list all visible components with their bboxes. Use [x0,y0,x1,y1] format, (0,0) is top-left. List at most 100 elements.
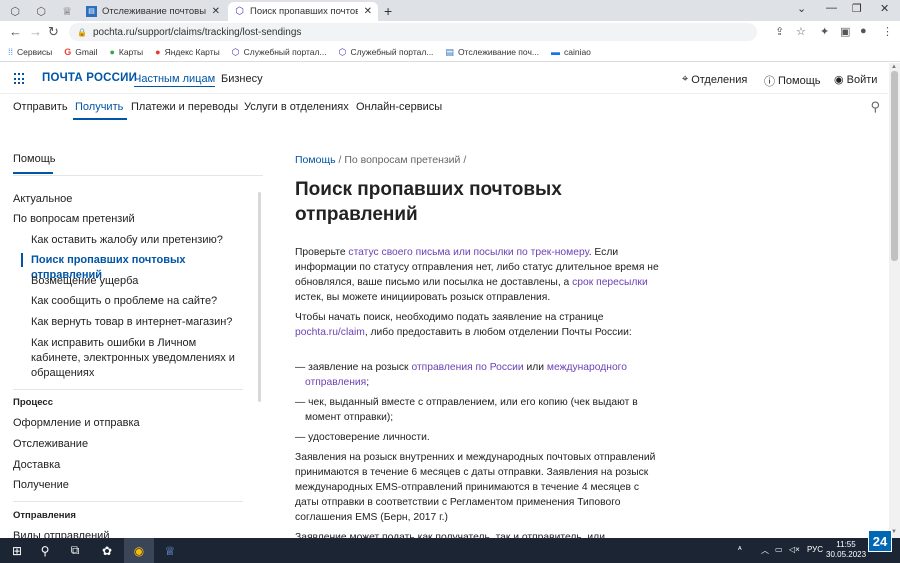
bookmark-label: Яндекс Карты [164,47,220,57]
close-tab-icon[interactable]: ✕ [212,6,220,17]
bookmark-yandex-maps[interactable]: ● Яндекс Карты [155,47,220,57]
location-pin-icon: ⌖ [682,73,689,85]
sidebar-item-receiving[interactable]: Получение [13,479,258,491]
minimize-icon[interactable]: — [826,2,837,14]
tab-search-icon[interactable]: ⌄ [797,2,806,15]
sidebar-group-sendings: Отправления [13,510,76,521]
bookmark-tracking[interactable]: ▤ Отслеживание поч... [445,47,539,58]
task-view-icon[interactable]: ⧉ [60,538,90,563]
main-navigation: Отправить Получить Платежи и переводы Ус… [0,95,888,120]
page-scrollbar[interactable]: ▲ ▼ [889,63,900,538]
tray-chevron-icon[interactable]: ︿ [761,545,769,556]
sidebar-item-claims[interactable]: По вопросам претензий [13,213,258,225]
nav-office-services[interactable]: Услуги в отделениях [244,101,349,113]
user-circle-icon: ◉ [834,74,844,86]
pinned-tab-icon[interactable]: ⬡ [30,3,52,19]
app-icon[interactable]: ✿ [92,538,122,563]
apps-grid-icon[interactable] [14,73,26,85]
paragraph-deadlines: Заявления на розыск внутренних и междуна… [295,452,656,523]
claim-page-link[interactable]: pochta.ru/claim [295,327,365,338]
bookmark-star-icon[interactable]: ☆ [796,25,806,38]
bookmark-portal-1[interactable]: ⬡ Служебный портал... [232,47,327,58]
segment-private[interactable]: Частным лицам [134,73,216,87]
profile-icon[interactable]: ● [860,25,867,37]
close-window-icon[interactable]: ✕ [880,2,889,15]
reload-icon[interactable]: ↻ [48,24,59,40]
language-indicator[interactable]: РУС [807,545,823,554]
share-icon[interactable]: ⇪ [775,25,784,38]
bookmark-services[interactable]: ⁞⁞ Сервисы [8,47,52,57]
offices-link[interactable]: ⌖ Отделения [682,73,747,86]
new-tab-icon[interactable]: + [384,3,392,19]
nav-payments[interactable]: Платежи и переводы [131,101,238,113]
system-clock[interactable]: 11:55 30.05.2023 [826,540,866,560]
close-tab-icon[interactable]: ✕ [364,6,372,17]
sidebar-subitem-complaint[interactable]: Как оставить жалобу или претензию? [31,233,246,248]
nav-online-services[interactable]: Онлайн-сервисы [356,101,442,113]
sidebar-item-tracking[interactable]: Отслеживание [13,438,258,450]
restore-icon[interactable]: ❐ [852,2,862,15]
delivery-time-link[interactable]: срок пересылки [572,277,648,288]
sidebar-subitem-fix-errors[interactable]: Как исправить ошибки в Личном кабинете, … [31,336,246,381]
help-link[interactable]: ⓘ Помощь [764,73,821,89]
domestic-search-link[interactable]: отправления по России [411,362,523,373]
bookmark-label: Служебный портал... [350,47,434,57]
apps-grid-icon: ⁞⁞ [8,47,14,57]
sidebar-item-news[interactable]: Актуальное [13,193,258,205]
bookmark-cainiao[interactable]: ▬ cainiao [551,47,591,57]
help-tab-indicator [13,172,53,174]
text: или [523,362,547,373]
volume-icon[interactable]: ◁× [789,545,800,554]
segment-business[interactable]: Бизнесу [221,73,263,85]
browser-tab-lost-sendings[interactable]: ⬡ Поиск пропавших почтовых отп ✕ [228,2,378,21]
site-logo[interactable]: ПОЧТА РОССИИ [42,72,137,84]
text: истек, вы можете инициировать розыск отп… [295,292,551,303]
scrollbar-thumb[interactable] [891,71,898,261]
bookmark-label: Gmail [75,47,98,57]
network-icon[interactable]: ▭ [775,545,783,554]
menu-icon[interactable]: ⋮ [882,25,893,38]
address-bar[interactable]: 🔒 pochta.ru/support/claims/tracking/lost… [69,23,757,41]
postal-app-icon[interactable]: ♕ [155,538,185,563]
sidebar-item-sending[interactable]: Оформление и отправка [13,417,258,429]
list-item: — чек, выданный вместе с отправлением, и… [295,397,638,423]
sidebar-subitem-report-problem[interactable]: Как сообщить о проблеме на сайте? [31,294,246,309]
back-icon[interactable]: ← [9,24,22,39]
nav-send[interactable]: Отправить [13,101,68,113]
track-status-link[interactable]: статус своего письма или посылки по трек… [348,247,588,258]
sidebar-subitem-return-goods[interactable]: Как вернуть товар в интернет-магазин? [31,315,246,330]
search-icon[interactable]: ⚲ [30,538,60,563]
sidebar-subitem-compensation[interactable]: Возмещение ущерба [31,274,246,289]
bookmark-portal-2[interactable]: ⬡ Служебный портал... [339,47,434,58]
clock-time: 11:55 [836,540,856,549]
extensions-icon[interactable]: ✦ [820,25,829,38]
breadcrumb-claims[interactable]: По вопросам претензий [344,154,460,166]
text: Чтобы начать поиск, необходимо подать за… [295,312,604,323]
login-link[interactable]: ◉ Войти [834,73,878,87]
scroll-up-icon[interactable]: ▲ [891,64,897,70]
login-label: Войти [846,73,878,86]
search-icon[interactable]: ⚲ [870,99,880,115]
pinned-tab-postal-icon[interactable]: ♕ [56,3,78,19]
breadcrumb-help[interactable]: Помощь [295,154,336,166]
bookmark-maps[interactable]: ● Карты [109,47,143,57]
sidebar-item-delivery[interactable]: Доставка [13,459,258,471]
forward-icon[interactable]: → [29,24,42,39]
nav-active-indicator [73,118,127,120]
nav-receive[interactable]: Получить [75,101,123,113]
bookmarks-bar: ⁞⁞ Сервисы G Gmail ● Карты ● Яндекс Карты ⬡ С… [0,43,900,62]
windows-start-icon[interactable]: ⊞ [2,538,32,563]
pinned-tab-icon[interactable]: ⬡ [4,3,26,19]
person-icon[interactable]: ᴬ [738,545,742,554]
browser-tab-tracking[interactable]: ▤ Отслеживание почтовых отправл ✕ [80,2,226,21]
paragraph-check-status: Проверьте статус своего письма или посыл… [295,245,660,305]
bookmark-label: Сервисы [17,47,53,57]
sidebar-scrollbar[interactable] [258,192,261,402]
sidepanel-icon[interactable]: ▣ [840,25,850,38]
chrome-icon[interactable]: ◉ [124,538,154,563]
sidebar-tab-help[interactable]: Помощь [13,153,56,165]
clock-date: 30.05.2023 [826,550,867,559]
windows-taskbar: ⊞ ⚲ ⧉ ✿ ◉ ♕ ᴬ ︿ ▭ ◁× РУС 11:55 30.05.202… [0,538,900,563]
list-item: — заявление на розыск отправления по Рос… [295,360,660,390]
bookmark-gmail[interactable]: G Gmail [64,47,97,57]
